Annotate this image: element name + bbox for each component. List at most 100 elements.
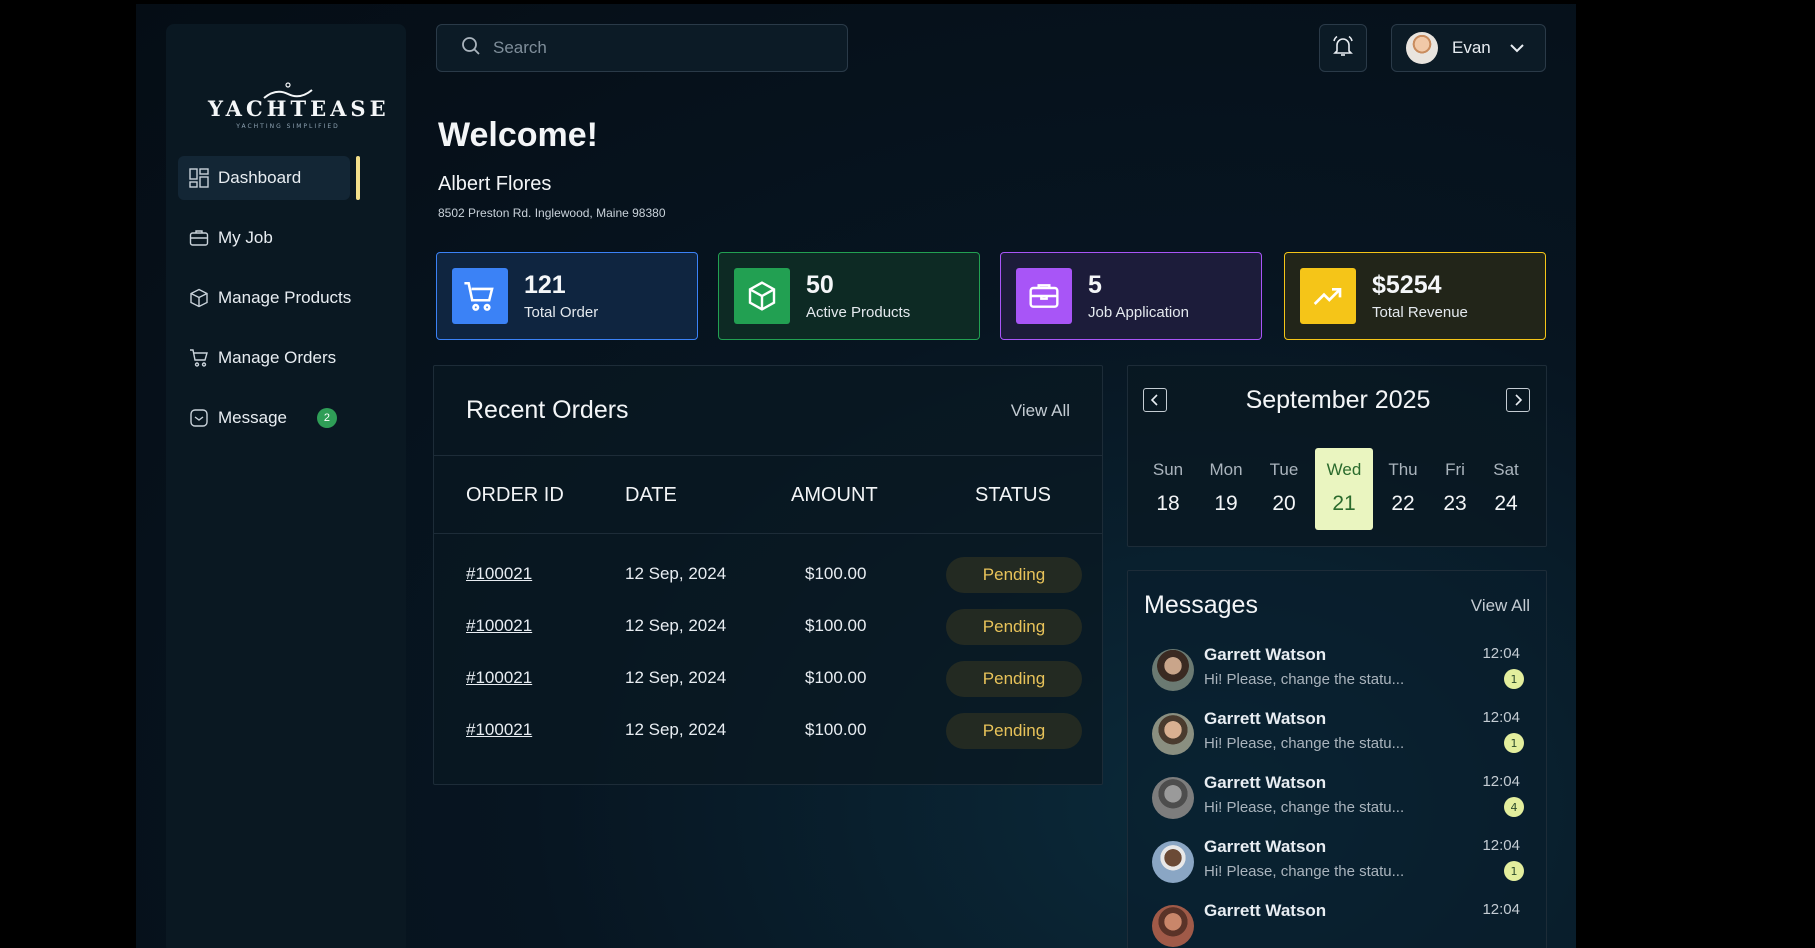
status-badge: Pending <box>946 557 1082 593</box>
page-title: Welcome! <box>438 116 598 154</box>
notifications-button[interactable] <box>1319 24 1367 72</box>
dashboard-icon <box>188 167 210 189</box>
day-date: 21 <box>1332 492 1356 515</box>
message-preview: Hi! Please, change the statu... <box>1204 799 1405 816</box>
box-icon <box>734 268 790 324</box>
calendar-day[interactable]: Mon 19 <box>1197 448 1255 530</box>
avatar <box>1152 649 1194 691</box>
unread-badge: 1 <box>1504 733 1524 753</box>
user-name: Evan <box>1452 38 1491 57</box>
unread-badge: 1 <box>1504 669 1524 689</box>
message-sender: Garrett Watson <box>1204 773 1327 792</box>
table-row[interactable]: #100021 12 Sep, 2024 $100.00 Pending <box>434 652 1102 704</box>
message-time: 12:04 <box>1482 901 1520 918</box>
message-icon <box>188 407 210 429</box>
stat-card-job-application[interactable]: 5 Job Application <box>1000 252 1262 340</box>
recent-orders-header: Recent Orders View All <box>434 366 1102 456</box>
table-row[interactable]: #100021 12 Sep, 2024 $100.00 Pending <box>434 704 1102 756</box>
message-item[interactable]: Garrett Watson Hi! Please, change the st… <box>1128 837 1546 901</box>
day-date: 18 <box>1156 492 1180 515</box>
avatar <box>1152 713 1194 755</box>
app-window: YACHTEASE YACHTING SIMPLIFIED Dashboard … <box>136 4 1576 948</box>
user-address: 8502 Preston Rd. Inglewood, Maine 98380 <box>438 206 666 220</box>
cart-icon <box>188 347 210 369</box>
calendar-month: September 2025 <box>1245 386 1431 414</box>
calendar-day[interactable]: Fri 23 <box>1426 448 1484 530</box>
calendar-next-button[interactable] <box>1506 388 1530 412</box>
cart-icon <box>452 268 508 324</box>
day-name: Wed <box>1326 460 1362 479</box>
table-row[interactable]: #100021 12 Sep, 2024 $100.00 Pending <box>434 600 1102 652</box>
message-item[interactable]: Garrett Watson Hi! Please, change the st… <box>1128 773 1546 837</box>
order-id-link[interactable]: #100021 <box>466 616 532 636</box>
order-date: 12 Sep, 2024 <box>625 616 727 635</box>
avatar <box>1406 32 1438 64</box>
calendar-day-selected[interactable]: Wed 21 <box>1315 448 1373 530</box>
column-header-order-id: ORDER ID <box>466 484 564 506</box>
day-date: 20 <box>1272 492 1296 515</box>
day-name: Sat <box>1493 460 1519 479</box>
column-header-status: STATUS <box>975 484 1051 506</box>
message-item[interactable]: Garrett Watson Hi! Please, change the st… <box>1128 645 1546 709</box>
stat-card-total-revenue[interactable]: $5254 Total Revenue <box>1284 252 1546 340</box>
user-full-name: Albert Flores <box>438 173 552 195</box>
stat-value: 5 <box>1088 271 1102 299</box>
calendar-day[interactable]: Sat 24 <box>1477 448 1535 530</box>
order-date: 12 Sep, 2024 <box>625 720 727 739</box>
table-row[interactable]: #100021 12 Sep, 2024 $100.00 Pending <box>434 548 1102 600</box>
sidebar-item-dashboard[interactable]: Dashboard <box>178 156 360 200</box>
search-input[interactable] <box>493 38 823 58</box>
calendar-day[interactable]: Thu 22 <box>1374 448 1432 530</box>
stat-value: $5254 <box>1372 271 1442 299</box>
avatar <box>1152 841 1194 883</box>
search-box[interactable] <box>436 24 848 72</box>
message-item[interactable]: Garrett Watson Hi! Please, change the st… <box>1128 709 1546 773</box>
briefcase-icon <box>188 227 210 249</box>
sidebar-item-manage-orders[interactable]: Manage Orders <box>178 336 398 380</box>
messages-title: Messages <box>1144 591 1258 619</box>
day-name: Sun <box>1152 460 1184 479</box>
order-id-link[interactable]: #100021 <box>466 720 532 740</box>
message-time: 12:04 <box>1482 837 1520 854</box>
sidebar-nav: Dashboard My Job Manage Products Manage … <box>178 156 398 456</box>
stat-label: Job Application <box>1088 304 1189 321</box>
stat-value: 50 <box>806 271 834 299</box>
orders-view-all-link[interactable]: View All <box>1011 401 1070 421</box>
order-amount: $100.00 <box>805 668 867 687</box>
order-id-link[interactable]: #100021 <box>466 668 532 688</box>
calendar-day[interactable]: Tue 20 <box>1255 448 1313 530</box>
orders-table-header: ORDER ID DATE AMOUNT STATUS <box>434 456 1102 534</box>
day-date: 23 <box>1443 492 1467 515</box>
search-icon <box>461 36 481 60</box>
message-time: 12:04 <box>1482 773 1520 790</box>
brand-tagline: YACHTING SIMPLIFIED <box>236 123 340 130</box>
sidebar-item-my-job[interactable]: My Job <box>178 216 398 260</box>
messages-view-all-link[interactable]: View All <box>1471 596 1530 616</box>
message-item[interactable]: Garrett Watson 12:04 <box>1128 901 1546 948</box>
day-date: 19 <box>1214 492 1238 515</box>
brand-logo[interactable]: YACHTEASE YACHTING SIMPLIFIED <box>208 82 386 134</box>
sidebar-item-message[interactable]: Message 2 <box>178 396 398 440</box>
message-time: 12:04 <box>1482 709 1520 726</box>
day-name: Mon <box>1209 460 1243 479</box>
trending-up-icon <box>1300 268 1356 324</box>
stat-value: 121 <box>524 271 566 299</box>
calendar-day[interactable]: Sun 18 <box>1139 448 1197 530</box>
bell-icon <box>1331 34 1355 62</box>
unread-badge: 4 <box>1504 797 1524 817</box>
recent-orders-title: Recent Orders <box>466 396 629 424</box>
sidebar-item-label: Manage Orders <box>218 348 337 367</box>
sidebar-item-manage-products[interactable]: Manage Products <box>178 276 398 320</box>
order-id-link[interactable]: #100021 <box>466 564 532 584</box>
day-name: Fri <box>1445 460 1465 479</box>
stat-card-active-products[interactable]: 50 Active Products <box>718 252 980 340</box>
order-date: 12 Sep, 2024 <box>625 668 727 687</box>
avatar <box>1152 905 1194 947</box>
status-badge: Pending <box>946 609 1082 645</box>
stat-card-total-order[interactable]: 121 Total Order <box>436 252 698 340</box>
order-date: 12 Sep, 2024 <box>625 564 727 583</box>
stat-label: Active Products <box>806 304 911 321</box>
message-sender: Garrett Watson <box>1204 837 1327 856</box>
chevron-down-icon <box>1509 38 1525 58</box>
user-menu-button[interactable]: Evan <box>1391 24 1546 72</box>
